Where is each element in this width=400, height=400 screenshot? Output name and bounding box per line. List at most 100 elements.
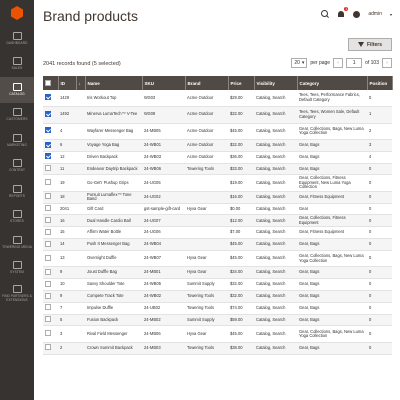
prev-page-button[interactable]: ‹ [333,58,344,68]
table-row[interactable]: 2041 Gift Card gst-sample-gift-card Hyva Ge… [43,203,392,216]
filters-button[interactable]: Filters [348,38,392,51]
user-avatar-icon[interactable] [353,10,361,18]
row-checkbox-box[interactable] [45,193,51,200]
row-checkbox-box[interactable] [45,179,51,186]
row-checkbox[interactable] [43,342,58,355]
cell-id: 2041 [58,203,76,216]
row-checkbox[interactable] [43,290,58,303]
column-header-brand[interactable]: Brand [185,76,229,90]
row-checkbox[interactable] [43,174,58,192]
table-row[interactable]: 18 Pursuit Lumaflex™ Tone Band 24-UG02 $16.… [43,191,392,204]
row-checkbox-box[interactable] [45,240,51,247]
table-row[interactable]: 10 Savvy Shoulder Tote 24-WB05 Summit Suppl… [43,278,392,291]
row-checkbox[interactable] [43,325,58,343]
cell-name: Pursuit Lumaflex™ Tone Band [85,191,142,204]
row-checkbox[interactable] [43,90,58,107]
row-checkbox[interactable] [43,123,58,140]
row-checkbox[interactable] [43,314,58,327]
cell-price: $32.00 [228,278,254,291]
row-checkbox-box[interactable] [45,127,51,134]
row-checkbox-box[interactable] [45,280,51,287]
sidebar-item-stores[interactable]: STORES [0,205,34,231]
row-checkbox-box[interactable] [45,330,51,337]
sidebar-item-catalog[interactable]: CATALOG [0,77,34,103]
row-checkbox[interactable] [43,238,58,251]
table-row[interactable]: 15 Affirm Water Bottle 24-UG06 $7.00 Catalog… [43,226,392,240]
row-checkbox-box[interactable] [45,94,51,101]
table-row[interactable]: 1429 Iris Workout Top WS03 Acme Outdoor $29.… [43,90,392,107]
row-checkbox-box[interactable] [45,268,51,275]
row-checkbox[interactable] [43,191,58,204]
sidebar-item-label: MARKETING [7,142,27,147]
cell-brand [185,191,228,204]
column-header-name[interactable]: Name [85,76,143,90]
next-page-button[interactable]: › [382,58,392,68]
table-row[interactable]: 1492 Minerva LumaTech™ V-Tee WS09 Acme Outd… [43,106,392,124]
row-checkbox[interactable] [43,106,58,124]
row-checkbox[interactable] [43,250,58,268]
table-row[interactable]: 2 Crown Summit Backpack 24-MB03 Towering To… [43,342,392,355]
table-row[interactable]: 19 Go-Get'r Pushup Grips 24-UG05 $19.00 Cata… [43,174,392,192]
row-checkbox[interactable] [43,151,58,164]
row-checkbox-box[interactable] [45,165,51,172]
sidebar-item-sales[interactable]: SALES [0,52,34,78]
sidebar-item-system[interactable]: SYSTEM [0,256,34,282]
row-checkbox[interactable] [43,226,58,240]
table-row[interactable]: 11 Endeavor Daytrip Backpack 24-WB06 Toweri… [43,163,392,176]
row-checkbox-box[interactable] [45,153,51,160]
row-checkbox[interactable] [43,214,58,228]
caret-down-icon[interactable]: ▾ [390,12,392,17]
row-checkbox-box[interactable] [45,254,51,261]
column-header-sku[interactable]: SKU [142,76,186,90]
row-checkbox-box[interactable] [45,205,51,212]
per-page-select[interactable]: 20 ▾ [291,58,308,68]
search-icon[interactable] [321,10,329,18]
table-row[interactable]: 7 Impulse Duffle 24-UB02 Towering Tools $74.… [43,302,392,315]
sidebar-item-find-partners-extensions[interactable]: FIND PARTNERS & EXTENSIONS [0,281,34,307]
table-row[interactable]: 5 Fusion Backpack 24-MB02 Summit Supply $59.… [43,314,392,327]
sort-icon[interactable]: ↓ [76,76,86,90]
sidebar-item-marketing[interactable]: MARKETING [0,128,34,154]
table-row[interactable]: 4 Wayfarer Messenger Bag 24-MB05 Acme Outdo… [43,123,392,140]
row-checkbox[interactable] [43,302,58,315]
row-checkbox-box[interactable] [45,228,51,235]
column-header-price[interactable]: Price [228,76,255,90]
column-header-position[interactable]: Position [367,76,393,90]
column-header-visibility[interactable]: Visibility [254,76,298,90]
column-header-id[interactable]: ID [58,76,77,90]
sidebar-item-towering-media[interactable]: TOWERING MEDIA [0,230,34,256]
table-row[interactable]: 13 Overnight Duffle 24-WB07 Hyva Gear $45.00… [43,250,392,268]
select-all-checkbox[interactable] [45,79,51,86]
notifications-bell-icon[interactable]: 1 [337,7,349,18]
row-checkbox-box[interactable] [45,292,51,299]
row-checkbox[interactable] [43,203,58,216]
row-checkbox-box[interactable] [45,110,51,117]
select-all-header[interactable] [43,76,59,90]
row-checkbox-box[interactable] [45,344,51,351]
table-row[interactable]: 14 Push It Messenger Bag 24-WB04 $45.00 Cata… [43,238,392,251]
table-row[interactable]: 9 Compete Track Tote 24-WB02 Towering Tools… [43,290,392,303]
row-checkbox[interactable] [43,163,58,176]
sidebar-item-reports[interactable]: REPORTS [0,179,34,205]
row-checkbox-box[interactable] [45,141,51,148]
row-checkbox[interactable] [43,266,58,280]
row-checkbox-box[interactable] [45,316,51,323]
sidebar-item-content[interactable]: CONTENT [0,154,34,180]
table-row[interactable]: 12 Driven Backpack 24-WB03 Acme Outdoor $36.… [43,151,392,164]
sidebar-item-customers[interactable]: CUSTOMERS [0,103,34,129]
row-checkbox-box[interactable] [45,217,51,224]
row-checkbox[interactable] [43,139,58,152]
row-checkbox[interactable] [43,278,58,291]
table-row[interactable]: 3 Rival Field Messenger 24-MB06 Hyva Gear $4… [43,325,392,343]
row-checkbox-box[interactable] [45,304,51,311]
page-input[interactable]: 1 [346,58,363,68]
magento-logo[interactable] [0,0,34,26]
user-name[interactable]: admin [368,11,382,17]
sidebar-item-dashboard[interactable]: DASHBOARD [0,26,34,52]
megaphone-icon [12,133,22,142]
table-row[interactable]: 16 Dual Handle Cardio Ball 24-UG07 $12.00 Ca… [43,214,392,228]
table-row[interactable]: 9 Joust Duffle Bag 24-MB01 Hyva Gear $34.00 C… [43,266,392,280]
cell-brand [185,214,228,228]
column-header-category[interactable]: Category [297,76,368,90]
table-row[interactable]: 6 Voyage Yoga Bag 24-WB01 Acme Outdoor $32.0… [43,139,392,152]
